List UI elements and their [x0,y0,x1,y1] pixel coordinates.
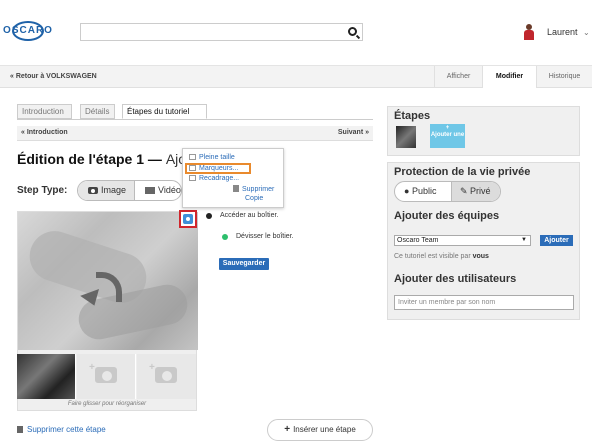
menu-item-label: Pleine taille [199,154,235,161]
privacy-public-label: Public [411,186,437,196]
insert-step-button[interactable]: + Insérer une étape [267,419,373,441]
top-header: OSCARO Laurent ⌄ [0,0,592,66]
page-title-main: Édition de l'étape 1 — [17,151,166,167]
add-photo-icon [155,367,177,383]
tab-introduction[interactable]: Introduction [17,104,72,119]
add-team-button[interactable]: Ajouter [540,235,573,246]
chevron-down-icon[interactable]: ⌄ [583,28,590,37]
menu-item-supprimer[interactable]: Supprimer [233,185,274,193]
privacy-toggle: ● Public ✎ Privé [394,181,501,202]
invite-user-input[interactable]: Inviter un membre par son nom [394,295,574,310]
trash-icon [17,426,23,433]
video-icon [145,187,155,194]
team-note-text: Ce tutoriel est visible par [394,253,471,260]
menu-item-copie[interactable]: Copie [245,195,263,202]
user-name[interactable]: Laurent [547,27,578,37]
menu-item-label: Copie [245,195,264,202]
dropdown-arrow-icon: ▼ [521,237,527,243]
step-type-label: Step Type: [17,185,68,196]
add-image-thumbnail[interactable]: + [137,354,196,399]
tab-modifier[interactable]: Modifier [482,66,536,88]
tab-afficher[interactable]: Afficher [434,66,482,88]
bullet-text[interactable]: Accéder au boîtier. [220,212,278,219]
step-type-toggle: Image Vidéo [77,180,182,201]
privacy-private[interactable]: ✎ Privé [451,182,500,201]
team-select[interactable]: Oscaro Team ▼ [394,235,531,246]
plus-icon: + [149,362,155,373]
step-type-image[interactable]: Image [78,181,134,200]
fullsize-icon [189,154,196,160]
step-thumbnail[interactable] [396,126,416,148]
steps-panel: Étapes + Ajouter une [387,106,580,156]
drag-hint: Faire glisser pour réorganiser [67,401,147,407]
avatar-body [524,30,534,40]
privacy-private-label: Privé [470,186,491,196]
oscaro-logo[interactable]: OSCARO [2,20,54,42]
image-settings-button[interactable] [179,210,197,228]
privacy-title: Protection de la vie privée [394,166,531,178]
trash-icon [233,185,239,192]
teams-title: Ajouter des équipes [394,210,500,222]
delete-step-link[interactable]: Supprimer cette étape [17,425,106,434]
menu-item-label: Supprimer [242,186,275,193]
save-button[interactable]: Sauvegarder [219,258,269,270]
tabs-divider [17,119,373,120]
step-type-image-label: Image [101,185,127,195]
bullet-marker-green[interactable] [222,234,228,240]
plus-icon: + [445,125,450,131]
page-title: Édition de l'étape 1 — Ajou [17,151,194,167]
crop-icon [189,175,196,181]
back-link[interactable]: « Retour à VOLKSWAGEN [10,73,97,80]
image-thumbnails: + + [17,354,197,399]
add-step-label: Ajouter une [430,132,465,138]
image-thumbnail[interactable] [17,354,76,399]
menu-item-recadrage[interactable]: Recadrage... [189,175,239,182]
edit-icon: ✎ [460,186,471,196]
main-step-image[interactable] [18,212,198,350]
privacy-public[interactable]: ● Public [395,182,451,201]
add-step-tile[interactable]: + Ajouter une [430,124,465,148]
search-input[interactable] [80,23,363,41]
team-visibility-note: Ce tutoriel est visible par vous [394,253,489,260]
team-select-value: Oscaro Team [397,237,439,244]
next-step-link[interactable]: Suivant » [338,129,369,136]
bullet-text[interactable]: Dévisser le boîtier. [236,233,294,240]
plus-icon: + [89,362,95,373]
globe-icon: ● [404,186,412,196]
users-title: Ajouter des utilisateurs [394,273,517,285]
tab-details[interactable]: Détails [80,104,115,119]
image-options-menu: Pleine taille Marqueurs... Recadrage... … [182,148,284,208]
menu-item-marqueurs[interactable]: Marqueurs... [189,165,238,172]
prev-step-link[interactable]: « Introduction [21,129,68,136]
menu-item-label: Marqueurs... [199,165,239,172]
delete-step-label: Supprimer cette étape [27,425,106,434]
team-note-bold: vous [472,253,489,260]
sub-navigation-bar: « Retour à VOLKSWAGEN Afficher Modifier … [0,66,592,88]
menu-item-pleine-taille[interactable]: Pleine taille [189,154,235,161]
add-photo-icon [95,367,117,383]
camera-icon [88,187,98,194]
markers-icon [189,165,196,171]
add-image-thumbnail[interactable]: + [77,354,136,399]
tab-historique[interactable]: Historique [536,66,592,88]
menu-item-label: Recadrage... [199,175,240,182]
tab-etapes-du-tutoriel[interactable]: Étapes du tutoriel [122,104,207,119]
steps-title: Étapes [394,110,431,122]
user-avatar[interactable] [524,24,534,40]
search-icon[interactable] [348,27,357,36]
privacy-panel: Protection de la vie privée ● Public ✎ P… [387,162,580,320]
gear-icon [183,214,193,224]
step-type-video[interactable]: Vidéo [135,181,181,200]
step-type-video-label: Vidéo [158,185,181,195]
insert-step-label: Insérer une étape [293,425,356,434]
plus-icon: + [284,424,291,435]
step-navigation: « Introduction Suivant » [17,126,373,141]
bullet-marker-black[interactable] [206,213,212,219]
logo-text: OSCARO [3,25,53,36]
